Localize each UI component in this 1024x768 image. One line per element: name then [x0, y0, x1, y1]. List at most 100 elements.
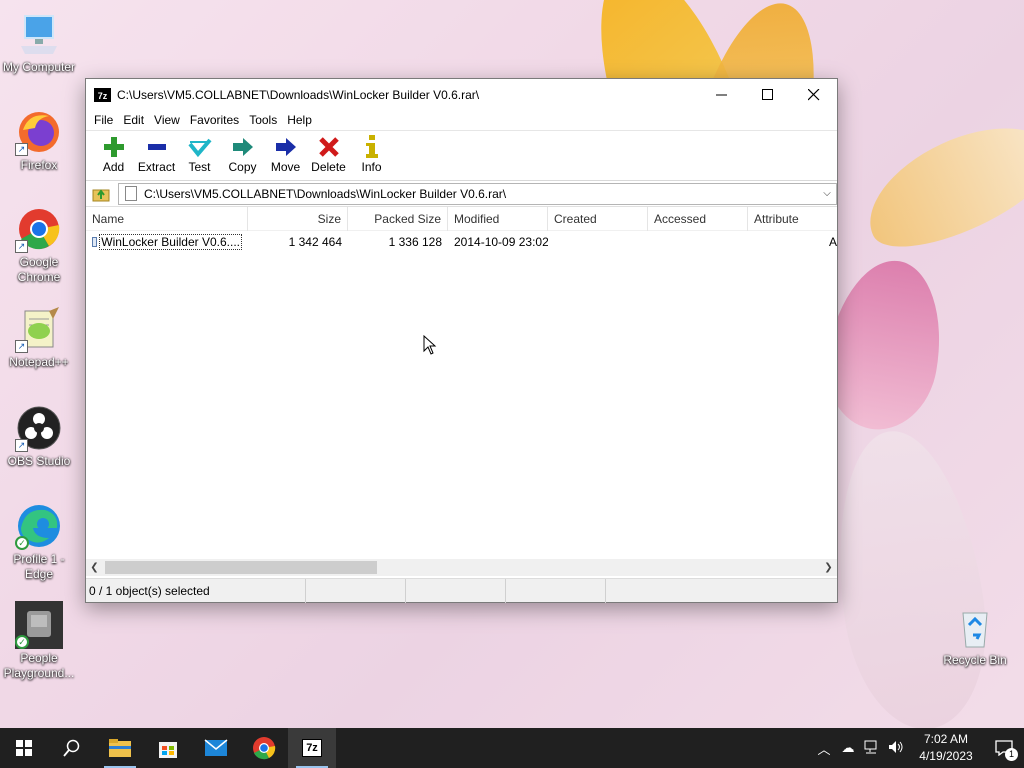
scrollbar-thumb[interactable]: [105, 561, 377, 574]
desktop-icon-firefox[interactable]: ↗ Firefox: [0, 108, 78, 173]
chevron-down-icon[interactable]: ⌵: [818, 188, 836, 199]
notification-count-badge: 1: [1005, 748, 1018, 761]
taskbar-chrome[interactable]: [240, 728, 288, 768]
onedrive-icon[interactable]: ☁: [836, 740, 860, 756]
column-header-packed-size[interactable]: Packed Size: [348, 207, 448, 231]
start-button[interactable]: [0, 728, 48, 768]
desktop-icon-label: People Playground...: [3, 651, 75, 680]
menu-file[interactable]: File: [89, 113, 118, 127]
7zip-window: 7z C:\Users\VM5.COLLABNET\Downloads\WinL…: [85, 78, 838, 603]
desktop-icon-label: Google Chrome: [17, 255, 61, 284]
taskbar-file-explorer[interactable]: [96, 728, 144, 768]
clock[interactable]: 7:02 AM 4/19/2023: [908, 731, 984, 765]
column-header-size[interactable]: Size: [248, 207, 348, 231]
minimize-button[interactable]: [699, 79, 745, 110]
address-bar: C:\Users\VM5.COLLABNET\Downloads\WinLock…: [86, 181, 837, 207]
path-text: C:\Users\VM5.COLLABNET\Downloads\WinLock…: [144, 186, 507, 201]
recycle-bin-icon: [951, 603, 999, 651]
test-button[interactable]: Test: [178, 131, 221, 174]
search-icon: [63, 739, 80, 757]
column-headers: Name Size Packed Size Modified Created A…: [86, 207, 837, 231]
menu-bar: File Edit View Favorites Tools Help: [86, 110, 837, 130]
title-bar[interactable]: 7z C:\Users\VM5.COLLABNET\Downloads\WinL…: [86, 79, 837, 110]
volume-icon[interactable]: [884, 740, 908, 757]
copy-label: Copy: [228, 160, 257, 174]
maximize-button[interactable]: [745, 79, 791, 110]
desktop-icon-obs[interactable]: ↗ OBS Studio: [0, 404, 78, 469]
desktop-icon-edge-profile[interactable]: ✓ Profile 1 - Edge: [0, 502, 78, 582]
taskbar: 7z ︿ ☁ 7:02 AM 4/19/2023 1: [0, 728, 1024, 768]
status-cell: [506, 579, 606, 603]
status-selection: 0 / 1 object(s) selected: [86, 579, 306, 603]
up-folder-button[interactable]: [90, 184, 112, 204]
shortcut-arrow-icon: ↗: [15, 439, 28, 452]
shortcut-arrow-icon: ↗: [15, 340, 28, 353]
search-button[interactable]: [48, 728, 96, 768]
column-header-created[interactable]: Created: [548, 207, 648, 231]
scroll-right-icon[interactable]: ❯: [820, 562, 837, 573]
obs-icon: ↗: [15, 404, 63, 452]
desktop-icon-label: Recycle Bin: [943, 653, 1007, 667]
status-cell: [406, 579, 506, 603]
7zip-icon: 7z: [302, 739, 322, 757]
notepadpp-icon: ↗: [15, 305, 63, 353]
desktop-icon-my-computer[interactable]: My Computer: [0, 10, 78, 75]
extract-button[interactable]: Extract: [135, 131, 178, 174]
file-list: Name Size Packed Size Modified Created A…: [86, 207, 837, 577]
close-icon: [808, 88, 820, 100]
chrome-icon: [253, 737, 276, 760]
mouse-cursor-icon: [423, 335, 437, 355]
minus-icon: [143, 135, 171, 159]
plus-icon: [100, 135, 128, 159]
taskbar-store[interactable]: [144, 728, 192, 768]
desktop-icon-people-playground[interactable]: ✓ People Playground...: [0, 601, 78, 681]
taskbar-7zip[interactable]: 7z: [288, 728, 336, 768]
shortcut-arrow-icon: ↗: [15, 240, 28, 253]
path-combobox[interactable]: C:\Users\VM5.COLLABNET\Downloads\WinLock…: [118, 182, 837, 205]
menu-edit[interactable]: Edit: [118, 113, 149, 127]
clock-time: 7:02 AM: [923, 732, 969, 746]
window-title: C:\Users\VM5.COLLABNET\Downloads\WinLock…: [117, 87, 480, 102]
column-header-accessed[interactable]: Accessed: [648, 207, 748, 231]
column-header-modified[interactable]: Modified: [448, 207, 548, 231]
row-packed-size: 1 336 128: [388, 235, 442, 249]
copy-button[interactable]: Copy: [221, 131, 264, 174]
horizontal-scrollbar[interactable]: ❮ ❯: [86, 559, 837, 576]
row-name: WinLocker Builder V0.6....: [99, 234, 242, 250]
add-button[interactable]: Add: [92, 131, 135, 174]
info-button[interactable]: Info: [350, 131, 393, 174]
delete-button[interactable]: Delete: [307, 131, 350, 174]
desktop-icon-notepadpp[interactable]: ↗ Notepad++: [0, 305, 78, 370]
chevron-up-icon[interactable]: ︿: [812, 739, 836, 758]
notification-center-button[interactable]: 1: [984, 728, 1024, 768]
store-icon: [159, 742, 177, 758]
close-button[interactable]: [791, 79, 837, 110]
table-row[interactable]: WinLocker Builder V0.6.... 1 342 464 1 3…: [86, 232, 837, 252]
menu-view[interactable]: View: [149, 113, 185, 127]
scroll-left-icon[interactable]: ❮: [86, 562, 103, 573]
menu-tools[interactable]: Tools: [244, 113, 282, 127]
desktop-icon-recycle-bin[interactable]: Recycle Bin: [936, 603, 1014, 668]
desktop-icon-chrome[interactable]: ↗ Google Chrome: [0, 205, 78, 285]
system-tray: ︿ ☁ 7:02 AM 4/19/2023 1: [812, 728, 1024, 768]
taskbar-mail[interactable]: [192, 728, 240, 768]
move-button[interactable]: Move: [264, 131, 307, 174]
column-header-name[interactable]: Name: [86, 207, 248, 231]
info-icon: [358, 135, 386, 159]
people-playground-icon: ✓: [15, 601, 63, 649]
desktop-icon-label: Notepad++: [9, 355, 69, 369]
status-bar: 0 / 1 object(s) selected: [86, 578, 837, 603]
column-header-attributes[interactable]: Attribute: [748, 207, 837, 231]
document-icon: [125, 186, 137, 201]
status-cell: [306, 579, 406, 603]
file-icon: [92, 237, 98, 247]
menu-favorites[interactable]: Favorites: [185, 113, 244, 127]
sync-check-icon: ✓: [15, 536, 29, 550]
computer-icon: [15, 10, 63, 58]
network-icon[interactable]: [860, 740, 884, 757]
firefox-icon: ↗: [15, 108, 63, 156]
folder-icon: [109, 739, 131, 757]
menu-help[interactable]: Help: [282, 113, 317, 127]
wallpaper-petal: [850, 101, 1024, 269]
desktop-icon-label: Firefox: [20, 158, 58, 172]
